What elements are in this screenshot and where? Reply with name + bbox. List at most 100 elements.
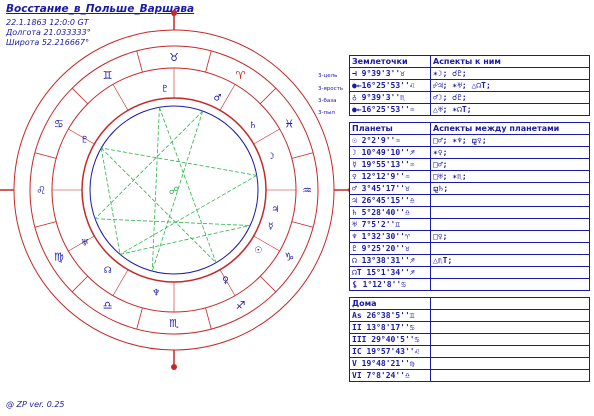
earthpoint-row: ⊣ 9°39'3''♉ ✶☽; ☌♇; [349,67,590,80]
sign-divider [34,221,57,228]
zodiac-sign-glyph: ♉ [169,51,179,64]
earthpoint-row: ♁ 9°39'3''♏ ♂☽; ☌♇; [349,91,590,104]
planet-glyph: ☉ [254,246,262,256]
aspects-cell: ♂☽; ☌♇; [430,91,590,104]
aspects-panel: Землеточки Аспекты к ним ⊣ 9°39'3''♉ ✶☽; … [349,55,590,382]
position-cell: ♀ 12°12'9''♒ [349,170,431,183]
position-cell: ⊣ 9°39'3''♉ [349,67,431,80]
level-label-goal: 3-цель [318,73,338,79]
aspects-cell: ⚼♄; [430,182,590,195]
level-label-zeal: 3-пыл [318,110,335,116]
planet-row: ♆ 1°32'30''♈ □♀; [349,230,590,243]
aspects-cell [430,206,590,219]
sign-divider [136,50,143,73]
sign-divider [71,275,89,293]
house-divider [253,128,280,145]
position-cell: ♄ 5°28'40''♎ [349,206,431,219]
aspects-cell: □♂; ✶♆; ⚼♀; [430,134,590,147]
zodiac-sign-glyph: ♒ [302,184,312,197]
zodiac-sign-glyph: ♋ [54,118,64,131]
house-cusp-cell: II 13°8'17''♋ [349,321,431,334]
planet-row: ♅ 7°5'2''♊ [349,218,590,231]
sign-divider [34,152,57,159]
house-row: II 13°8'17''♋ [349,321,590,334]
planet-row: ♃ 26°45'15''♎ [349,194,590,207]
position-cell: ☿ 19°55'13''♒ [349,158,431,171]
planet-glyph: ♆ [152,288,160,298]
house-divider [219,84,236,111]
zodiac-sign-glyph: ♈ [236,69,246,82]
position-cell: ⚸ 1°12'8''♋ [349,278,431,291]
planet-glyph: ☊ [104,266,112,276]
sign-divider [71,87,89,105]
level-label-fury: 3-ярость [318,86,344,92]
planet-row: ☿ 19°55'13''♒ □♂; [349,158,590,171]
house-divider [112,269,129,296]
section-header-houses: Дома [349,297,590,310]
sign-divider [205,307,212,330]
position-cell: ♃ 26°45'15''♎ [349,194,431,207]
planet-row: ♂ 3°45'17''♉ ⚼♄; [349,182,590,195]
position-cell: ☊T 15°1'34''♐ [349,266,431,279]
aspects-cell [430,218,590,231]
aspects-table: Землеточки Аспекты к ним ⊣ 9°39'3''♉ ✶☽; … [349,55,590,382]
houses-heading: Дома [349,297,431,310]
sign-divider [291,152,314,159]
empty-cell [430,321,590,334]
aspects-cell: ✶☽; ☌♇; [430,67,590,80]
house-cusp-cell: IC 19°57'43''♌ [349,345,431,358]
aspects-cell [430,266,590,279]
planet-row: ☊T 15°1'34''♐ [349,266,590,279]
planet-glyph: ♀ [222,276,229,286]
earthpoint-row: ●←16°25'53''♌ ☍♃; ✶♅; △☊T; [349,79,590,92]
planet-glyph: ♇ [161,84,169,94]
sign-divider [205,50,212,73]
earthpoints-aspects-heading: Аспекты к ним [430,55,590,68]
aspects-cell: □♅; ✶♏; [430,170,590,183]
zodiac-sign-glyph: ♊ [103,69,113,82]
empty-cell [430,309,590,322]
axis-marker [171,10,177,16]
sign-divider [136,307,143,330]
aspect-line [95,218,251,226]
position-cell: ♅ 7°5'2''♊ [349,218,431,231]
position-cell: ☊ 13°38'31''♐ [349,254,431,267]
planet-aspects-heading: Аспекты между планетами [430,122,590,135]
natal-wheel: ♊ ♉ ♈ ♓ ♒ ♑ ♐ ♏ ♎ ♍ ♌ ♋ ☍ ♇ ♂ ♄ ☽ ♃ ☿ ☉ ♀ ♆ ☊ ♅ ♇ [0,10,350,370]
house-row: III 29°40'5''♋ [349,333,590,346]
empty-cell [430,357,590,370]
planet-row: ♀ 12°12'9''♒ □♅; ✶♏; [349,170,590,183]
sign-divider [259,275,277,293]
zodiac-sign-glyph: ♎ [103,299,113,312]
planet-glyph: ☽ [267,152,275,162]
earthpoints-heading: Землеточки [349,55,431,68]
house-row: IC 19°57'43''♌ [349,345,590,358]
aspects-cell [430,242,590,255]
position-cell: ♆ 1°32'30''♈ [349,230,431,243]
zodiac-sign-glyph: ♑ [284,251,294,264]
aspects-cell: ☍♃; ✶♅; △☊T; [430,79,590,92]
level-label-base: 3-база [318,98,337,104]
planet-glyph: ☿ [268,222,274,232]
planet-row: ♇ 9°25'20''♉ [349,242,590,255]
aspects-cell: □♀; [430,230,590,243]
aspects-cell [430,194,590,207]
house-row: VI 7°8'24''♎ [349,369,590,382]
planet-glyph: ♃ [271,205,279,215]
aspects-cell [430,278,590,291]
planets-heading: Планеты [349,122,431,135]
position-cell: ♁ 9°39'3''♏ [349,91,431,104]
house-row: As 26°38'5''♊ [349,309,590,322]
planet-row: ☉ 2°2'9''♒ □♂; ✶♆; ⚼♀; [349,134,590,147]
aspect-line [119,225,251,255]
zodiac-sign-glyph: ♌ [36,184,46,197]
empty-cell [430,333,590,346]
house-cusp-cell: VI 7°8'24''♎ [349,369,431,382]
section-header-earthpoints: Землеточки Аспекты к ним [349,55,590,68]
empty-cell [430,345,590,358]
planet-glyph: ♂ [213,94,221,104]
center-symbol: ☍ [169,186,179,197]
sign-divider [291,221,314,228]
axis-marker [171,364,177,370]
version-footer: @ ZP ver. 0.25 [6,400,65,409]
